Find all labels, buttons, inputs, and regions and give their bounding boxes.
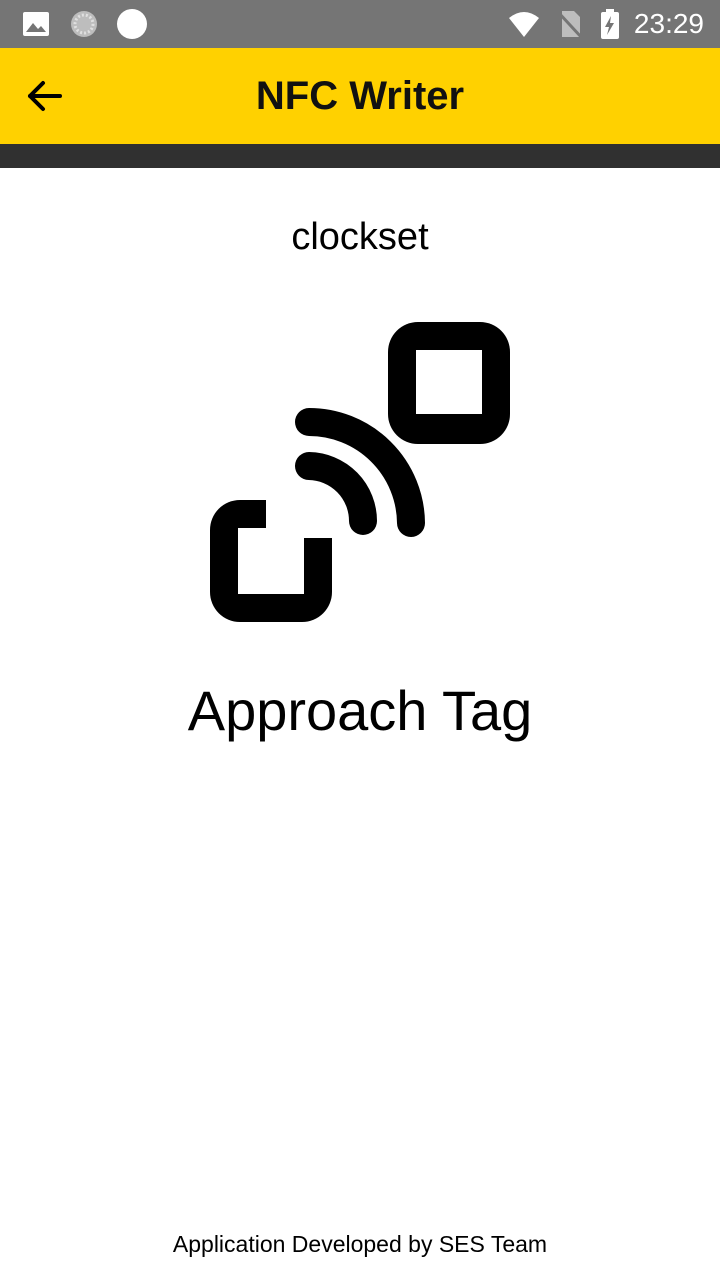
status-bar: 23:29 xyxy=(0,0,720,48)
app-title: NFC Writer xyxy=(255,74,465,118)
battery-charging-icon xyxy=(601,9,619,39)
circle-icon xyxy=(117,9,147,39)
image-icon xyxy=(23,12,49,36)
footer-credit: Application Developed by SES Team xyxy=(172,1231,548,1257)
no-sim-icon xyxy=(556,10,584,40)
wifi-icon xyxy=(509,12,539,37)
toolbar-shadow-strip xyxy=(0,144,720,168)
app-bar: NFC Writer xyxy=(0,48,720,144)
tag-name-label: clockset xyxy=(291,216,429,258)
sync-icon xyxy=(71,11,97,37)
status-time: 23:29 xyxy=(633,8,704,39)
approach-tag-instruction: Approach Tag xyxy=(187,679,533,742)
nfc-tap-icon xyxy=(210,322,510,622)
